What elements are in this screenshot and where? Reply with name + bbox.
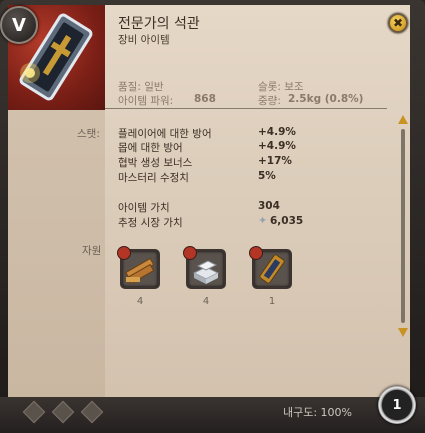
resource-slot-metal[interactable] xyxy=(183,246,226,289)
stat-name: 마스터리 수정치 xyxy=(118,172,189,184)
tier-dot-icon xyxy=(249,246,263,260)
stat-value: +4.9% xyxy=(258,140,296,152)
scroll-up-arrow-icon[interactable] xyxy=(398,115,408,124)
resource-count: 4 xyxy=(136,296,144,307)
slot-label: 슬롯: 보조 xyxy=(258,81,304,93)
resource-slot-artifact[interactable] xyxy=(249,246,292,289)
item-value: 304 xyxy=(258,200,280,212)
tier-dot-icon xyxy=(117,246,131,260)
stat-name: 플레이어에 대한 방어 xyxy=(118,128,212,140)
market-value: 6,035 xyxy=(270,215,304,227)
item-type: 장비 아이템 xyxy=(118,34,170,46)
scrollbar-track[interactable] xyxy=(401,129,405,323)
tier-badge: V xyxy=(0,6,38,44)
resource-count: 4 xyxy=(202,296,210,307)
resource-slot-wood[interactable] xyxy=(117,246,160,289)
weight-label: 중량: xyxy=(258,95,281,107)
resource-count: 1 xyxy=(268,296,276,307)
stack-count-badge: 1 xyxy=(378,386,416,424)
market-value-label: 추정 시장 가치 xyxy=(118,217,183,229)
resources-label: 자원 xyxy=(82,245,102,257)
stats-label: 스탯: xyxy=(77,128,100,140)
tier-dot-icon xyxy=(183,246,197,260)
silver-coin-icon: ✦ xyxy=(258,214,268,227)
item-power-value: 868 xyxy=(194,93,216,105)
header-divider xyxy=(105,108,387,109)
item-name: 전문가의 석관 xyxy=(118,16,200,32)
weight-value: 2.5kg (0.8%) xyxy=(288,93,364,105)
durability-text: 내구도: 100% xyxy=(283,406,353,419)
stat-name: 협박 생성 보너스 xyxy=(118,157,193,169)
stat-value: 5% xyxy=(258,170,276,182)
item-value-label: 아이템 가치 xyxy=(118,202,170,214)
scroll-down-arrow-icon[interactable] xyxy=(398,328,408,337)
stat-value: +4.9% xyxy=(258,126,296,138)
item-power-label: 아이템 파워: xyxy=(118,95,174,107)
quality-label: 품질: 일반 xyxy=(118,81,164,93)
stat-name: 몹에 대한 방어 xyxy=(118,142,183,154)
stat-value: +17% xyxy=(258,155,292,167)
close-button[interactable]: ✖ xyxy=(388,13,408,33)
scrollbar[interactable] xyxy=(398,115,408,337)
